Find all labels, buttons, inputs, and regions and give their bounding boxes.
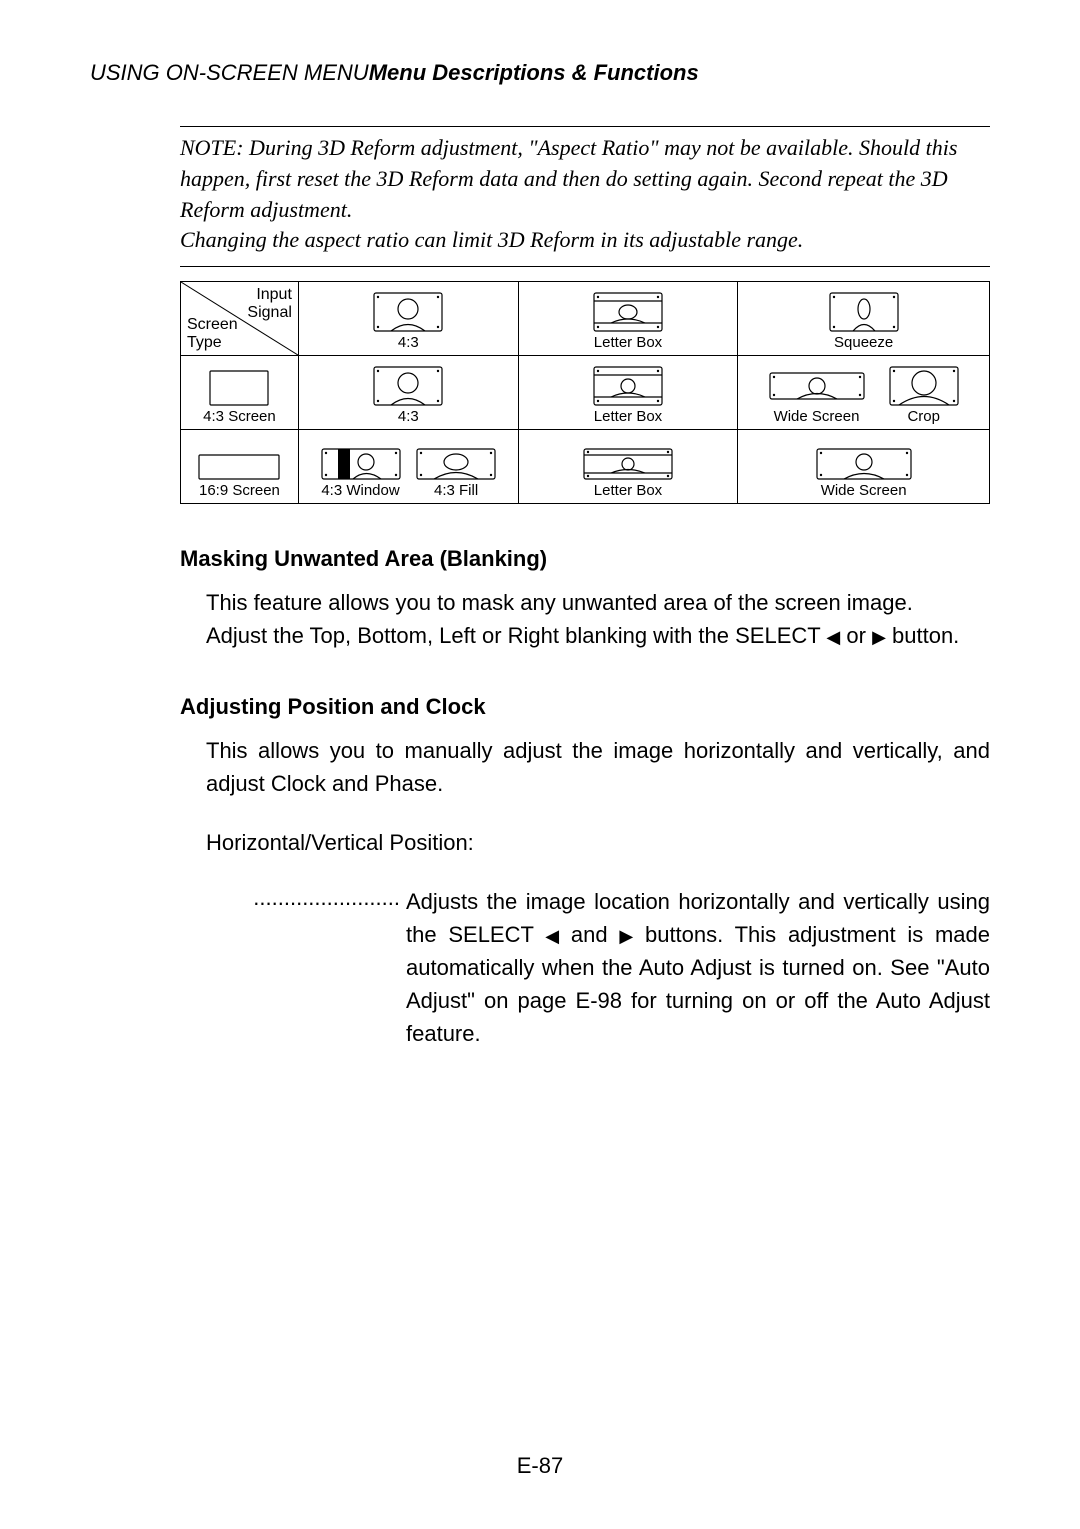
blanking-p1: This feature allows you to mask any unwa… — [206, 586, 990, 619]
table-header-corner: Input Signal Screen Type — [181, 282, 299, 356]
aspect-widescreen-icon — [816, 448, 912, 480]
header-suffix: Menu Descriptions & Functions — [369, 60, 699, 85]
table-col-header: 4:3 — [298, 282, 518, 356]
position-desc-row: ........................ Adjusts the ima… — [206, 885, 990, 1050]
screen-16-9-icon — [198, 454, 280, 480]
col-header-label: Letter Box — [594, 334, 662, 351]
row-label-4-3: 4:3 Screen — [181, 356, 299, 430]
position-p1: This allows you to manually adjust the i… — [206, 734, 990, 800]
header-prefix: USING ON-SCREEN MENU — [90, 60, 369, 85]
section-blanking: Masking Unwanted Area (Blanking) This fe… — [180, 546, 990, 652]
table-col-header: Squeeze — [738, 282, 990, 356]
aspect-ratio-table: Input Signal Screen Type 4:3 — [180, 281, 990, 504]
left-triangle-icon: ◀ — [826, 624, 840, 651]
table-cell: 4:3 — [298, 356, 518, 430]
position-subtitle: Horizontal/Vertical Position: — [206, 826, 990, 859]
aspect-widescreen-icon — [769, 366, 865, 406]
aspect-crop-icon — [889, 366, 959, 406]
screen-4-3-icon — [209, 370, 269, 406]
note-line-2: Changing the aspect ratio can limit 3D R… — [180, 225, 990, 256]
aspect-squeeze-icon — [829, 292, 899, 332]
aspect-4-3-window-icon — [321, 448, 401, 480]
blanking-title: Masking Unwanted Area (Blanking) — [180, 546, 990, 572]
table-row: 16:9 Screen 4:3 Window — [181, 430, 990, 504]
row-label-16-9: 16:9 Screen — [181, 430, 299, 504]
section-position: Adjusting Position and Clock This allows… — [180, 694, 990, 1050]
aspect-4-3-fill-icon — [416, 448, 496, 480]
right-triangle-icon: ▶ — [872, 624, 886, 651]
col-header-label: Squeeze — [834, 334, 893, 351]
position-title: Adjusting Position and Clock — [180, 694, 990, 720]
blanking-p2: Adjust the Top, Bottom, Left or Right bl… — [206, 619, 990, 652]
hdr-screen-type: Screen Type — [187, 316, 238, 351]
right-triangle-icon: ▶ — [619, 923, 633, 950]
page-number: E-87 — [0, 1453, 1080, 1479]
aspect-4-3-icon — [373, 366, 443, 406]
leader-dots: ........................ — [206, 885, 406, 1050]
col-header-label: 4:3 — [398, 334, 419, 351]
table-cell: Wide Screen Crop — [738, 356, 990, 430]
hdr-input-signal: Input Signal — [247, 286, 291, 321]
table-cell: Letter Box — [518, 356, 738, 430]
table-cell: 4:3 Window 4:3 Fill — [298, 430, 518, 504]
table-cell: Wide Screen — [738, 430, 990, 504]
page-header: USING ON-SCREEN MENUMenu Descriptions & … — [90, 60, 990, 86]
left-triangle-icon: ◀ — [545, 923, 559, 950]
aspect-letterbox-icon — [593, 292, 663, 332]
table-row: 4:3 Screen 4:3 — [181, 356, 990, 430]
aspect-letterbox-icon — [593, 366, 663, 406]
note-block: NOTE: During 3D Reform adjustment, "Aspe… — [180, 126, 990, 267]
table-col-header: Letter Box — [518, 282, 738, 356]
aspect-letterbox-icon — [583, 448, 673, 480]
aspect-4-3-icon — [373, 292, 443, 332]
position-desc: Adjusts the image location horizontally … — [406, 885, 990, 1050]
table-cell: Letter Box — [518, 430, 738, 504]
note-line-1: NOTE: During 3D Reform adjustment, "Aspe… — [180, 133, 990, 225]
